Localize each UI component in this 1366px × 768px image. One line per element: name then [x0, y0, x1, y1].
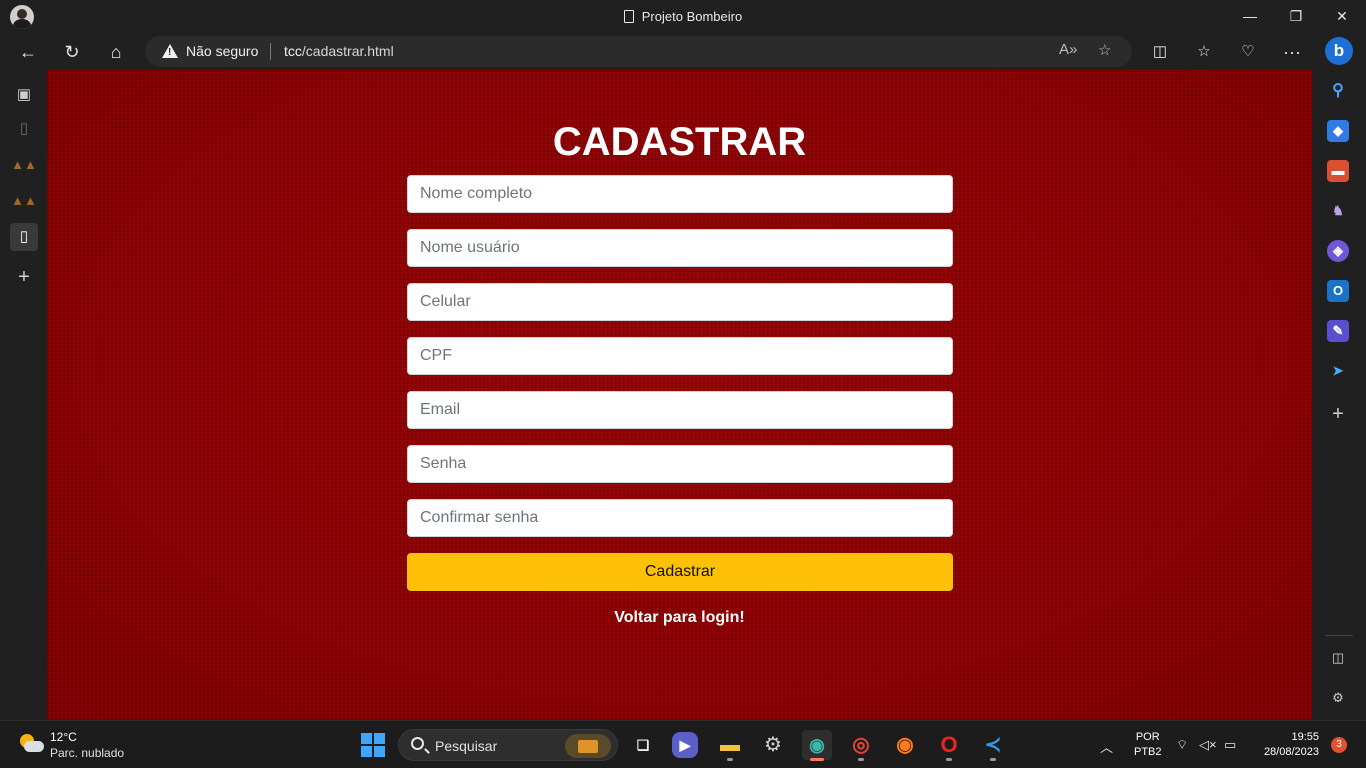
battery-icon[interactable]: ▭	[1224, 737, 1236, 753]
search-label: Pesquisar	[435, 738, 498, 754]
copilot-icon[interactable]: b	[1325, 37, 1353, 65]
search-icon	[411, 737, 424, 750]
windows-taskbar: 12°C Parc. nublado Pesquisar ❏ ▶ ▬ ⚙ ◉ ◎…	[0, 720, 1366, 768]
search-icon[interactable]: ⚲	[1327, 80, 1349, 102]
page-viewport: CADASTRAR Cadastrar Voltar para login!	[47, 70, 1312, 720]
confirm-password-input[interactable]	[407, 499, 953, 537]
weather-description[interactable]: Parc. nublado	[50, 746, 124, 760]
phone-input[interactable]	[407, 283, 953, 321]
chrome-icon[interactable]: ◎	[846, 730, 876, 761]
partly-cloudy-icon[interactable]	[18, 731, 44, 757]
navigation-bar: ← ↻ ⌂ ! Não seguro tcc/cadastrar.html A»…	[0, 34, 1366, 70]
settings-gear-icon[interactable]: ⚙	[758, 730, 788, 760]
url-text[interactable]: tcc/cadastrar.html	[284, 43, 394, 59]
weather-temperature[interactable]: 12°C	[50, 730, 77, 744]
more-options-icon[interactable]: ···	[1280, 40, 1304, 64]
home-icon[interactable]: ⌂	[104, 40, 128, 64]
designer-icon[interactable]: ✎	[1327, 320, 1349, 342]
search-highlight-icon	[565, 734, 611, 758]
username-input[interactable]	[407, 229, 953, 267]
document-icon	[623, 10, 634, 23]
refresh-icon[interactable]: ↻	[60, 40, 84, 64]
settings-gear-icon[interactable]: ⚙	[1327, 687, 1349, 709]
outlook-icon[interactable]: O	[1327, 280, 1349, 302]
full-name-input[interactable]	[407, 175, 953, 213]
browser-title-bar: Projeto Bombeiro — ❐ ✕	[0, 0, 1366, 34]
window-title: Projeto Bombeiro	[0, 9, 1366, 24]
address-divider	[270, 43, 271, 60]
games-icon[interactable]: ♞	[1327, 200, 1349, 222]
favorites-icon[interactable]: ☆	[1192, 40, 1216, 64]
restore-button[interactable]: ❐	[1286, 8, 1306, 25]
windows-start-icon[interactable]	[361, 733, 385, 757]
notification-badge[interactable]: 3	[1331, 737, 1347, 753]
add-sidebar-plus-icon[interactable]: +	[1327, 403, 1349, 425]
back-to-login-link[interactable]: Voltar para login!	[47, 609, 1312, 627]
cpf-input[interactable]	[407, 337, 953, 375]
minimize-button[interactable]: —	[1240, 8, 1260, 24]
register-button[interactable]: Cadastrar	[407, 553, 953, 591]
back-arrow-icon[interactable]: ←	[16, 40, 40, 64]
security-label[interactable]: Não seguro	[186, 43, 258, 59]
tab-actions-icon[interactable]: ▣	[10, 81, 38, 109]
edge-sidebar: ⚲ ◆ ▬ ♞ ◈ O ✎ ➤ + ◫ ⚙	[1312, 70, 1366, 720]
teams-chat-icon[interactable]: ▶	[672, 732, 698, 758]
email-input[interactable]	[407, 391, 953, 429]
address-bar[interactable]: ! Não seguro tcc/cadastrar.html A» ☆	[145, 36, 1132, 67]
wifi-icon[interactable]: ⌔	[1176, 737, 1188, 753]
edge-browser-icon[interactable]: ◉	[802, 730, 832, 761]
copilot-sidebar-icon[interactable]: ◈	[1327, 240, 1349, 262]
sidebar-divider	[1325, 635, 1353, 636]
vertical-tab-strip: ▣ ▯ ▲▲ ▲▲ ▯ +	[0, 70, 47, 720]
taskbar-search[interactable]: Pesquisar	[398, 729, 618, 761]
favorite-star-icon[interactable]: ☆	[1098, 41, 1111, 59]
warning-icon: !	[162, 44, 178, 58]
password-input[interactable]	[407, 445, 953, 483]
drop-send-icon[interactable]: ➤	[1327, 360, 1349, 382]
firefox-icon[interactable]: ◉	[890, 730, 920, 760]
show-hidden-icons-chevron-icon[interactable]: ︿	[1100, 737, 1113, 756]
shopping-tag-icon[interactable]: ◆	[1327, 120, 1349, 142]
tab-favicon-icon[interactable]: ▲▲	[10, 187, 38, 215]
keyboard-language[interactable]: POR PTB2	[1134, 730, 1162, 760]
active-tab-document-icon[interactable]: ▯	[10, 223, 38, 251]
system-clock[interactable]: 19:55 28/08/2023	[1252, 730, 1319, 760]
close-button[interactable]: ✕	[1332, 8, 1352, 25]
tab-favicon-icon[interactable]: ▲▲	[10, 151, 38, 179]
new-tab-plus-icon[interactable]: +	[10, 263, 38, 291]
tools-briefcase-icon[interactable]: ▬	[1327, 160, 1349, 182]
opera-icon[interactable]: O	[934, 730, 964, 761]
volume-muted-icon[interactable]: ◁×	[1199, 737, 1217, 753]
page-title: CADASTRAR	[552, 120, 807, 164]
task-view-icon[interactable]: ❏	[628, 730, 658, 760]
browser-essentials-icon[interactable]: ♡	[1236, 40, 1260, 64]
vscode-icon[interactable]: ≺	[978, 730, 1008, 761]
split-screen-icon[interactable]: ◫	[1148, 40, 1172, 64]
read-aloud-icon[interactable]: A»	[1059, 41, 1077, 58]
tab-document-icon[interactable]: ▯	[10, 115, 38, 143]
hide-sidebar-icon[interactable]: ◫	[1327, 647, 1349, 669]
file-explorer-icon[interactable]: ▬	[715, 730, 745, 761]
